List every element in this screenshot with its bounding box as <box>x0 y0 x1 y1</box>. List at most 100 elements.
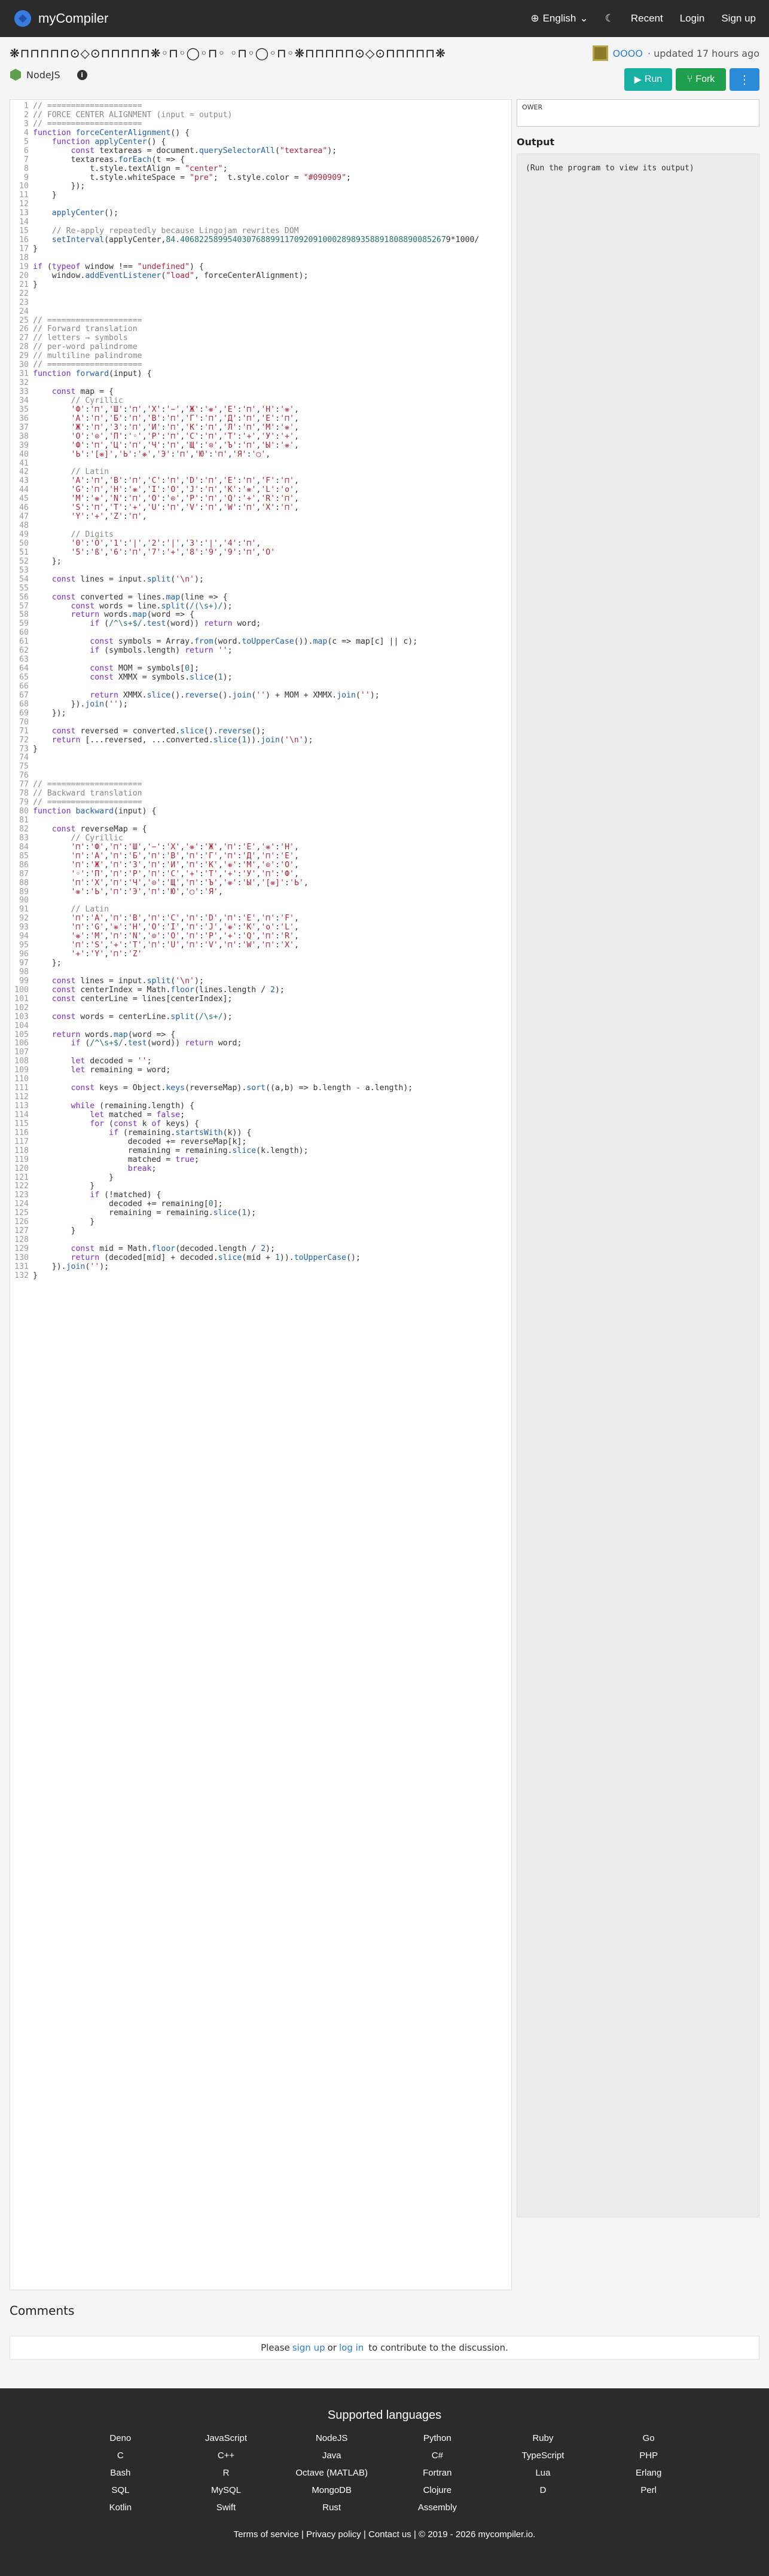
code-line[interactable]: 34 // Cyrillic <box>10 396 511 406</box>
code-line[interactable]: 87 '◦':'П','⊓':'Р','⊓':'С','+':'Т','+':'… <box>10 870 511 879</box>
code-line[interactable]: 64 const MOM = symbols[0]; <box>10 664 511 674</box>
code-line[interactable]: 75 <box>10 762 511 772</box>
code-line[interactable]: 70 <box>10 718 511 727</box>
code-line[interactable]: 104 <box>10 1021 511 1031</box>
code-line[interactable]: 43 'A':'⊓','B':'⊓','C':'⊓','D':'⊓','E':'… <box>10 476 511 486</box>
code-line[interactable]: 19 if (typeof window !== "undefined") { <box>10 262 511 272</box>
code-line[interactable]: 4 function forceCenterAlignment() { <box>10 129 511 138</box>
supported-language-link[interactable]: C# <box>384 2450 490 2461</box>
code-line[interactable]: 7 textareas.forEach(t => { <box>10 155 511 165</box>
code-line[interactable]: 96 '+':'Y','⊓':'Z' <box>10 950 511 959</box>
code-line[interactable]: 97 }; <box>10 959 511 968</box>
code-line[interactable]: 17} <box>10 244 511 254</box>
code-line[interactable]: 67 return XMMX.slice().reverse().join(''… <box>10 691 511 700</box>
code-line[interactable]: 22 <box>10 289 511 299</box>
supported-language-link[interactable]: Clojure <box>384 2485 490 2495</box>
brand[interactable]: myCompiler <box>13 9 108 28</box>
code-line[interactable]: 41 <box>10 459 511 469</box>
code-line[interactable]: 124 decoded += remaining[0]; <box>10 1200 511 1209</box>
code-line[interactable]: 9 t.style.whiteSpace = "pre"; t.style.co… <box>10 173 511 183</box>
stdin-input[interactable]: OWER <box>517 99 759 127</box>
supported-language-link[interactable]: MySQL <box>173 2485 279 2495</box>
supported-language-link[interactable]: JavaScript <box>173 2433 279 2443</box>
code-line[interactable]: 65 const XMMX = symbols.slice(1); <box>10 673 511 683</box>
code-line[interactable]: 29 // multiline palindrome <box>10 351 511 361</box>
code-line[interactable]: 88 '⊓':'Х','⊓':'Ч','⊙':'Щ','⊓':'Ъ','❋':'… <box>10 879 511 888</box>
code-line[interactable]: 112 <box>10 1093 511 1102</box>
code-line[interactable]: 113 while (remaining.length) { <box>10 1102 511 1111</box>
code-line[interactable]: 115 for (const k of keys) { <box>10 1119 511 1129</box>
code-line[interactable]: 44 'G':'⊓','H':'❋','I':'O','J':'⊓','K':'… <box>10 485 511 495</box>
nav-signup[interactable]: Sign up <box>721 13 756 25</box>
code-line[interactable]: 89 '❋':'Ь','⊓':'Э','⊓':'Ю','◯':'Я', <box>10 888 511 897</box>
code-line[interactable]: 61 const symbols = Array.from(word.toUpp… <box>10 637 511 647</box>
supported-language-link[interactable]: Assembly <box>384 2502 490 2513</box>
code-line[interactable]: 58 return words.map(word => { <box>10 610 511 620</box>
code-line[interactable]: 119 matched = true; <box>10 1155 511 1165</box>
code-line[interactable]: 55 <box>10 584 511 593</box>
code-line[interactable]: 83 // Cyrillic <box>10 834 511 843</box>
comment-login-link[interactable]: log in <box>339 2342 364 2353</box>
code-line[interactable]: 40 'Ь':'[❋]','Ь':'❋','Э':'⊓','Ю':'⊓','Я'… <box>10 450 511 460</box>
code-line[interactable]: 68 }).join(''); <box>10 700 511 709</box>
code-line[interactable]: 36 'А':'⊓','Б':'⊓','В':'⊓','Г':'⊓','Д':'… <box>10 414 511 424</box>
supported-language-link[interactable]: C <box>68 2450 173 2461</box>
supported-language-link[interactable]: Python <box>384 2433 490 2443</box>
code-line[interactable]: 16 setInterval(applyCenter,84.4068225899… <box>10 235 511 245</box>
code-editor[interactable]: 1 // ==================== 2 // FORCE CENTER… <box>10 99 512 2290</box>
code-line[interactable]: 129 const mid = Math.floor(decoded.lengt… <box>10 1244 511 1254</box>
code-line[interactable]: 57 const words = line.split(/(\s+)/); <box>10 602 511 611</box>
code-line[interactable]: 25 // ==================== <box>10 316 511 326</box>
code-line[interactable]: 98 <box>10 968 511 977</box>
code-line[interactable]: 126 } <box>10 1217 511 1227</box>
code-line[interactable]: 11 } <box>10 191 511 200</box>
code-line[interactable]: 99 const lines = input.split('\n'); <box>10 977 511 986</box>
code-line[interactable]: 111 const keys = Object.keys(reverseMap)… <box>10 1084 511 1093</box>
code-line[interactable]: 77 // ==================== <box>10 780 511 790</box>
code-line[interactable]: 131 }).join(''); <box>10 1262 511 1272</box>
supported-language-link[interactable]: PHP <box>596 2450 701 2461</box>
code-line[interactable]: 32 <box>10 378 511 388</box>
code-line[interactable]: 81 <box>10 816 511 825</box>
supported-language-link[interactable]: Go <box>596 2433 701 2443</box>
code-line[interactable]: 80 function backward(input) { <box>10 807 511 816</box>
supported-language-link[interactable]: MongoDB <box>279 2485 384 2495</box>
code-line[interactable]: 15 // Re-apply repeatedly because Lingoj… <box>10 227 511 236</box>
code-line[interactable]: 10 }); <box>10 182 511 191</box>
supported-language-link[interactable]: Octave (MATLAB) <box>279 2468 384 2478</box>
code-line[interactable]: 38 'О':'⊙','П':'◦','Р':'⊓','С':'⊓','Т':'… <box>10 432 511 442</box>
code-line[interactable]: 84 '⊓':'Ф','⊓':'Ш','−':'Х','❋':'Ж','⊓':'… <box>10 843 511 852</box>
supported-language-link[interactable]: NodeJS <box>279 2433 384 2443</box>
code-line[interactable]: 2 // FORCE CENTER ALIGNMENT (input = outp… <box>10 111 511 120</box>
supported-language-link[interactable]: Erlang <box>596 2468 701 2478</box>
supported-language-link[interactable]: Rust <box>279 2502 384 2513</box>
code-line[interactable]: 62 if (symbols.length) return ''; <box>10 646 511 656</box>
code-line[interactable]: 50 '0':'O','1':'|','2':'|','3':'|','4':'… <box>10 539 511 549</box>
code-line[interactable]: 109 let remaining = word; <box>10 1066 511 1075</box>
code-line[interactable]: 24 <box>10 307 511 317</box>
code-line[interactable]: 63 <box>10 655 511 665</box>
code-line[interactable]: 107 <box>10 1048 511 1057</box>
code-line[interactable]: 122 } <box>10 1182 511 1191</box>
code-line[interactable]: 71 const reversed = converted.slice().re… <box>10 727 511 736</box>
code-line[interactable]: 72 return [...reversed, ...converted.sli… <box>10 736 511 745</box>
code-line[interactable]: 90 <box>10 896 511 905</box>
code-line[interactable]: 46 'S':'⊓','T':'+','U':'⊓','V':'⊓','W':'… <box>10 503 511 513</box>
more-options-button[interactable]: ⋮ <box>730 68 759 91</box>
supported-language-link[interactable]: Kotlin <box>68 2502 173 2513</box>
supported-language-link[interactable]: Java <box>279 2450 384 2461</box>
code-line[interactable]: 48 <box>10 521 511 531</box>
code-line[interactable]: 103 const words = centerLine.split(/\s+/… <box>10 1012 511 1022</box>
language-dropdown[interactable]: ⊕ English ⌄ <box>530 13 588 25</box>
avatar[interactable] <box>592 45 608 61</box>
code-line[interactable]: 45 'M':'❋','N':'⊓','O':'⊙','P':'⊓','Q':'… <box>10 494 511 504</box>
code-line[interactable]: 14 <box>10 218 511 227</box>
code-line[interactable]: 73} <box>10 745 511 754</box>
supported-language-link[interactable]: Swift <box>173 2502 279 2513</box>
code-line[interactable]: 37 'Ж':'⊓','З':'⊓','Й':'⊓','К':'⊓','Л':'… <box>10 423 511 433</box>
code-line[interactable]: 18 <box>10 253 511 263</box>
code-line[interactable]: 118 remaining = remaining.slice(k.length… <box>10 1146 511 1156</box>
code-line[interactable]: 92 '⊓':'A','⊓':'B','⊓':'C','⊓':'D','⊓':'… <box>10 914 511 923</box>
code-line[interactable]: 39 'Ф':'⊓','Ц':'⊓','Ч':'⊓','Щ':'⊙','Ъ':'… <box>10 441 511 451</box>
code-line[interactable]: 108 let decoded = ''; <box>10 1057 511 1066</box>
